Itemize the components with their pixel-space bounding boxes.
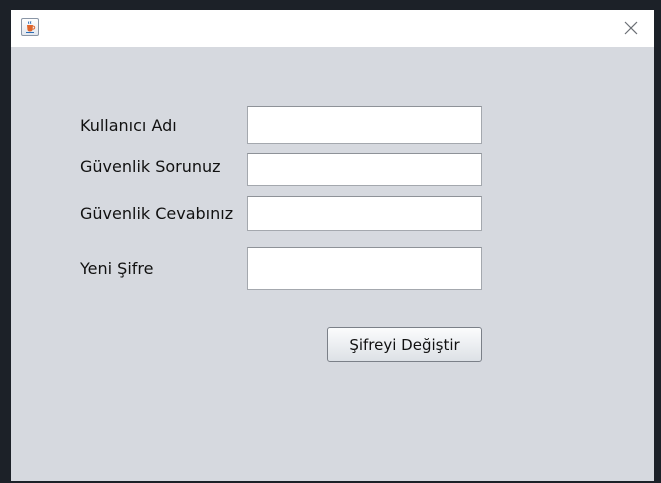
security-answer-label: Güvenlik Cevabınız [80,204,234,223]
change-password-window: Kullanıcı Adı Güvenlik Sorunuz Güvenlik … [11,10,654,481]
security-answer-field[interactable] [247,196,482,231]
title-bar [11,10,654,47]
new-password-label: Yeni Şifre [80,259,154,278]
username-field[interactable] [247,106,482,144]
java-coffee-cup-icon [21,18,39,36]
close-icon[interactable] [623,20,639,36]
username-label: Kullanıcı Adı [80,116,177,135]
security-question-field[interactable] [247,153,482,186]
new-password-field[interactable] [247,247,482,290]
change-password-button[interactable]: Şifreyi Değiştir [327,327,482,362]
security-question-label: Güvenlik Sorunuz [80,157,221,176]
